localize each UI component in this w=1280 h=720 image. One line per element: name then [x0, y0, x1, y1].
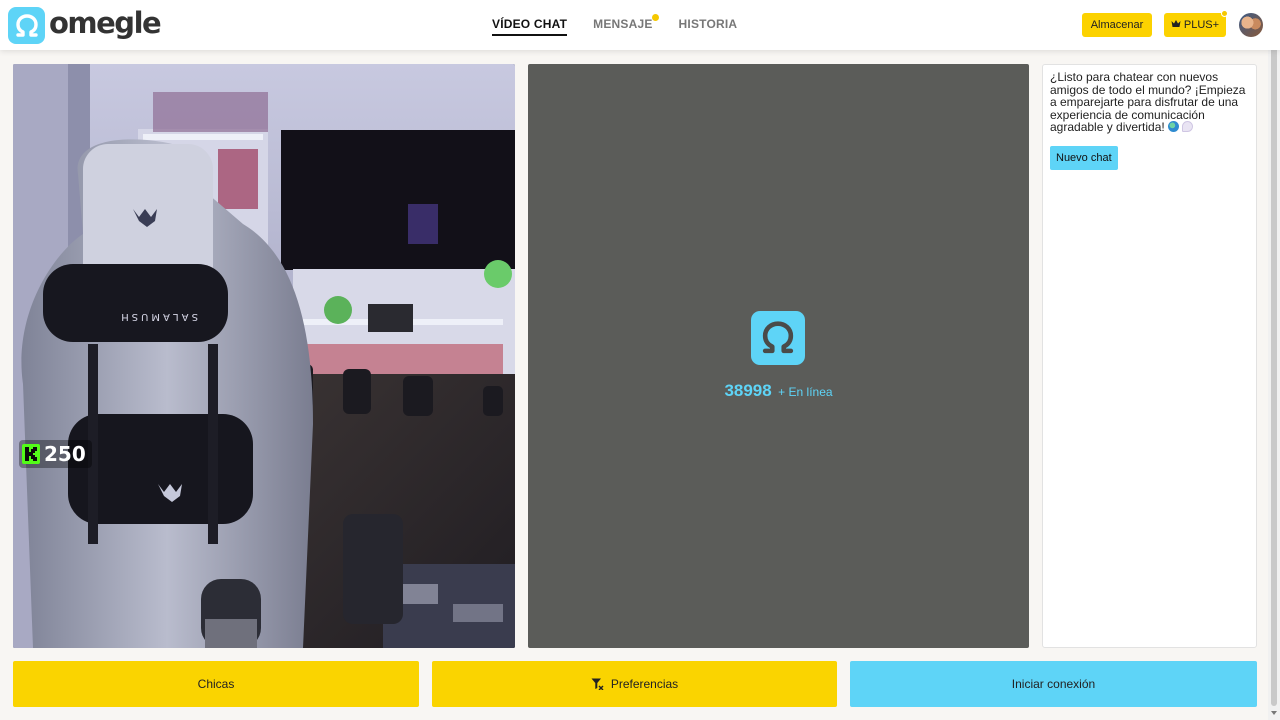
store-label: Almacenar — [1090, 19, 1144, 31]
speech-bubble-emoji-icon — [1181, 121, 1193, 132]
partner-video-panel: 38998 + En línea — [528, 64, 1029, 648]
kick-counter: 250 — [19, 440, 92, 468]
brand-name: omegle — [49, 6, 162, 40]
girls-label: Chicas — [197, 677, 235, 691]
new-chat-button[interactable]: Nuevo chat — [1050, 145, 1118, 170]
main-nav: VÍDEO CHAT MENSAJE HISTORIA — [492, 14, 763, 36]
tab-history[interactable]: HISTORIA — [679, 17, 738, 36]
omega-icon — [8, 7, 45, 44]
chat-panel: ¿Listo para chatear con nuevos amigos de… — [1042, 64, 1257, 648]
tab-label: HISTORIA — [678, 17, 738, 31]
notification-dot — [651, 14, 659, 21]
plus-button[interactable]: PLUS+ — [1164, 10, 1228, 37]
tab-video-chat[interactable]: VÍDEO CHAT — [492, 17, 568, 36]
preferences-button[interactable]: Preferencias — [432, 661, 837, 707]
kick-logo-icon — [22, 444, 40, 464]
globe-emoji-icon — [1167, 121, 1179, 132]
online-count: 38998 — [724, 381, 772, 400]
svg-text:SALAMUSH: SALAMUSH — [118, 311, 198, 322]
top-header: omegle VÍDEO CHAT MENSAJE HISTORIA Almac… — [0, 0, 1280, 50]
welcome-message: ¿Listo para chatear con nuevos amigos de… — [1050, 71, 1249, 134]
tab-message[interactable]: MENSAJE — [593, 14, 659, 36]
online-label: + En línea — [778, 385, 833, 399]
page-scrollbar[interactable] — [1268, 0, 1280, 720]
start-label: Iniciar conexión — [1011, 677, 1096, 691]
local-camera-feed: SALAMUSH 250 — [13, 64, 515, 648]
omegle-logo[interactable]: omegle — [8, 6, 162, 44]
filter-icon — [591, 678, 604, 690]
user-avatar[interactable] — [1239, 13, 1263, 37]
tab-label: VÍDEO CHAT — [492, 17, 568, 31]
camera-image: SALAMUSH — [13, 64, 515, 648]
welcome-text: ¿Listo para chatear con nuevos amigos de… — [1050, 70, 1246, 134]
tab-label: MENSAJE — [593, 17, 653, 31]
plus-label: PLUS+ — [1183, 19, 1220, 31]
scroll-thumb[interactable] — [1271, 14, 1277, 706]
scroll-down-icon[interactable] — [1271, 711, 1277, 715]
crown-icon — [1171, 19, 1181, 31]
new-chat-label: Nuevo chat — [1056, 151, 1112, 164]
omega-icon — [751, 311, 805, 365]
store-button[interactable]: Almacenar — [1082, 13, 1152, 37]
girls-button[interactable]: Chicas — [13, 661, 419, 707]
preferences-label: Preferencias — [610, 677, 679, 691]
start-connection-button[interactable]: Iniciar conexión — [850, 661, 1257, 707]
online-counter: 38998 + En línea — [528, 381, 1029, 401]
kick-count: 250 — [44, 442, 86, 466]
notification-dot — [1221, 10, 1228, 17]
